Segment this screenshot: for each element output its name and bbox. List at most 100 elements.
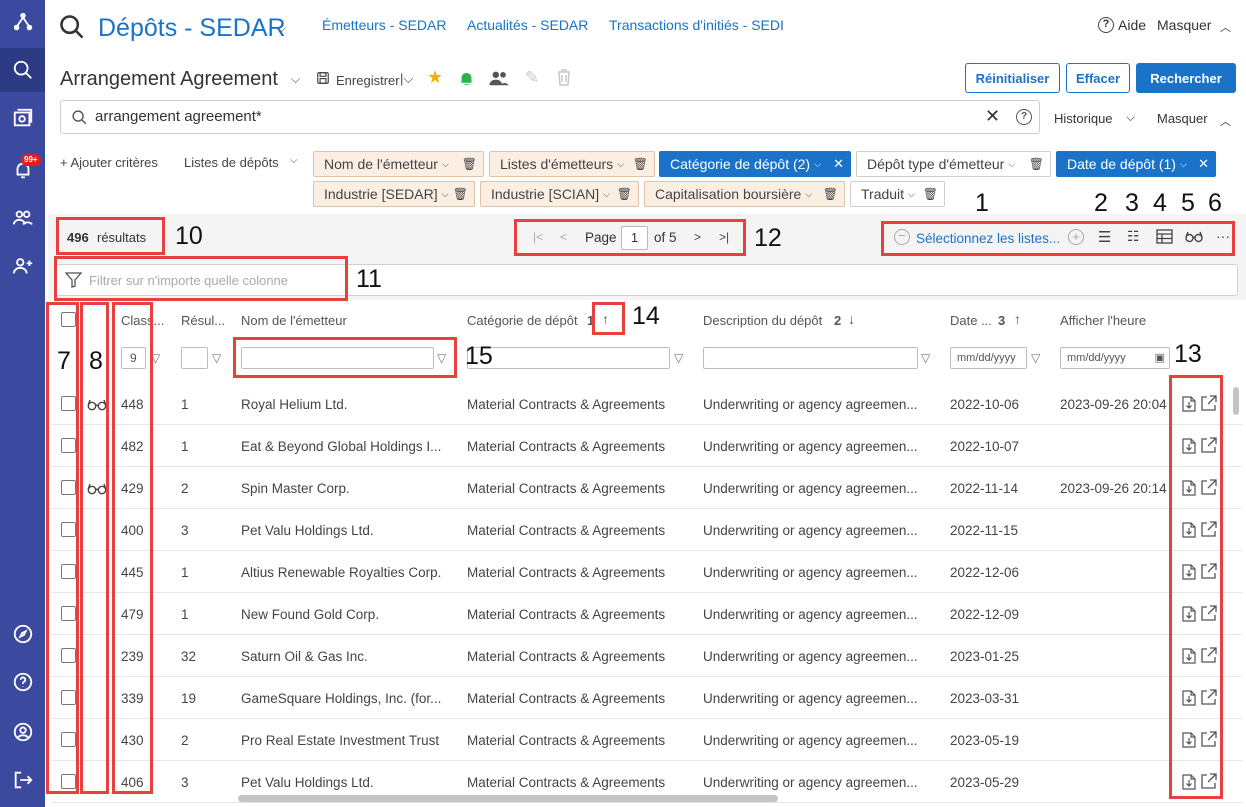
- header-description[interactable]: Description du dépôt: [703, 313, 822, 328]
- cell-issuer[interactable]: Pro Real Estate Investment Trust: [241, 733, 456, 748]
- search-input[interactable]: arrangement agreement*: [95, 108, 262, 125]
- filter-date-icon[interactable]: ▽: [1031, 351, 1040, 365]
- chip-translated[interactable]: Traduit ⌵ 🗑: [850, 181, 945, 207]
- reset-button[interactable]: Réinitialiser: [965, 63, 1060, 93]
- logout-icon[interactable]: [0, 758, 45, 802]
- table-row[interactable]: 339 19 GameSquare Holdings, Inc. (for... Ma…: [52, 677, 1242, 719]
- header-category[interactable]: Catégorie de dépôt: [467, 313, 578, 328]
- query-help-icon[interactable]: ?: [1016, 109, 1032, 125]
- help-link[interactable]: Aide: [1118, 17, 1146, 33]
- nav-link-emetteurs[interactable]: Émetteurs - SEDAR: [322, 17, 446, 33]
- filter-time-input[interactable]: mm/dd/yyyy ▣: [1060, 347, 1170, 369]
- chip-trash-icon[interactable]: 🗑: [462, 157, 477, 171]
- app-logo-icon[interactable]: [0, 0, 45, 44]
- horizontal-scrollbar[interactable]: [238, 795, 778, 802]
- clear-query-icon[interactable]: ✕: [985, 106, 1000, 127]
- save-button[interactable]: Enregistrer: [336, 73, 400, 88]
- chip-filing-date[interactable]: Date de dépôt (1) ⌵ ✕: [1056, 151, 1216, 177]
- clear-button[interactable]: Effacer: [1066, 63, 1130, 93]
- sort-asc-date-icon[interactable]: ↑: [1014, 311, 1021, 327]
- nav-link-transactions[interactable]: Transactions d'initiés - SEDI: [609, 17, 784, 33]
- chip-close-icon[interactable]: ✕: [1198, 156, 1209, 172]
- search-box[interactable]: arrangement agreement* ✕ ?: [60, 100, 1040, 134]
- chip-trash-icon[interactable]: 🗑: [617, 187, 632, 201]
- cell-category: Material Contracts & Agreements: [467, 565, 666, 580]
- calendar-icon[interactable]: ▣: [1155, 351, 1165, 364]
- table-row[interactable]: 430 2 Pro Real Estate Investment Trust Mate…: [52, 719, 1242, 761]
- chip-industry-sedar[interactable]: Industrie [SEDAR] ⌵ 🗑: [313, 181, 475, 207]
- bell-icon[interactable]: 99+: [0, 148, 45, 192]
- table-row[interactable]: 239 32 Saturn Oil & Gas Inc. Material Contr…: [52, 635, 1242, 677]
- add-user-icon[interactable]: [0, 244, 45, 288]
- alert-bell-icon[interactable]: [458, 70, 475, 90]
- document-search-icon[interactable]: [0, 96, 45, 140]
- table-row[interactable]: 400 3 Pet Valu Holdings Ltd. Material Contr…: [52, 509, 1242, 551]
- chip-close-icon[interactable]: ✕: [833, 156, 844, 172]
- filter-category-input[interactable]: [467, 347, 670, 369]
- chip-issuer-type[interactable]: Dépôt type d'émetteur ⌵ 🗑: [856, 151, 1051, 177]
- app-title[interactable]: Dépôts - SEDAR: [98, 14, 286, 43]
- cell-issuer[interactable]: Spin Master Corp.: [241, 481, 456, 496]
- search-hide-link[interactable]: Masquer: [1157, 111, 1208, 126]
- header-time[interactable]: Afficher l'heure: [1060, 313, 1146, 328]
- table-row[interactable]: 445 1 Altius Renewable Royalties Corp. Mate…: [52, 551, 1242, 593]
- chip-label: Industrie [SEDAR]: [324, 186, 438, 202]
- chip-issuer-lists[interactable]: Listes d'émetteurs ⌵ 🗑: [489, 151, 655, 177]
- chip-filing-category[interactable]: Catégorie de dépôt (2) ⌵ ✕: [659, 151, 851, 177]
- history-chevron-icon[interactable]: ⌵: [1126, 110, 1135, 125]
- cell-issuer[interactable]: GameSquare Holdings, Inc. (for...: [241, 691, 456, 706]
- chip-trash-icon[interactable]: 🗑: [1029, 157, 1044, 171]
- title-chevron-down-icon[interactable]: ⌵: [277, 21, 286, 36]
- search-button[interactable]: Rechercher: [1136, 63, 1236, 93]
- header-issuer[interactable]: Nom de l'émetteur: [241, 313, 347, 328]
- chip-market-cap[interactable]: Capitalisation boursière ⌵ 🗑: [644, 181, 845, 207]
- chip-trash-icon[interactable]: 🗑: [453, 187, 468, 201]
- cell-issuer[interactable]: Saturn Oil & Gas Inc.: [241, 649, 456, 664]
- help-circle-icon[interactable]: ?: [1098, 17, 1114, 33]
- compass-icon[interactable]: [0, 612, 45, 656]
- filing-lists-dropdown[interactable]: Listes de dépôts: [184, 155, 279, 170]
- table-row[interactable]: 429 2 Spin Master Corp. Material Contracts …: [52, 467, 1242, 509]
- filter-category-icon[interactable]: ▽: [674, 351, 683, 365]
- nav-link-actualites[interactable]: Actualités - SEDAR: [467, 17, 588, 33]
- chip-trash-icon[interactable]: 🗑: [923, 187, 938, 201]
- search-icon[interactable]: [0, 48, 45, 92]
- table-row[interactable]: 482 1 Eat & Beyond Global Holdings I... Mat…: [52, 425, 1242, 467]
- filter-date-input[interactable]: mm/dd/yyyy: [950, 347, 1027, 369]
- cell-issuer[interactable]: Pet Valu Holdings Ltd.: [241, 775, 456, 790]
- share-users-icon[interactable]: [489, 70, 509, 89]
- save-icon[interactable]: [316, 71, 330, 88]
- table-row[interactable]: 479 1 New Found Gold Corp. Material Contrac…: [52, 593, 1242, 635]
- chevron-up-icon[interactable]: ︿: [1220, 19, 1231, 35]
- star-icon[interactable]: ★: [427, 67, 443, 88]
- table-row[interactable]: 448 1 Royal Helium Ltd. Material Contracts …: [52, 383, 1242, 425]
- top-hide-link[interactable]: Masquer: [1157, 17, 1211, 33]
- filter-description-input[interactable]: [703, 347, 918, 369]
- chip-trash-icon[interactable]: 🗑: [823, 187, 838, 201]
- cell-issuer[interactable]: Royal Helium Ltd.: [241, 397, 456, 412]
- vertical-scrollbar[interactable]: [1233, 387, 1239, 415]
- users-icon[interactable]: [0, 196, 45, 240]
- save-options-chevron-icon[interactable]: |⌵: [400, 71, 413, 87]
- saved-search-chevron-icon[interactable]: ⌵: [291, 72, 300, 87]
- history-link[interactable]: Historique: [1054, 111, 1113, 126]
- add-criteria-button[interactable]: + Ajouter critères: [60, 155, 158, 170]
- filter-results-icon[interactable]: ▽: [212, 351, 221, 365]
- sort-desc-icon[interactable]: ↓: [848, 311, 855, 327]
- chip-trash-icon[interactable]: 🗑: [633, 157, 648, 171]
- account-icon[interactable]: [0, 710, 45, 754]
- search-hide-chevron-icon[interactable]: ︿: [1220, 113, 1231, 129]
- header-date[interactable]: Date ...: [950, 313, 992, 328]
- cell-issuer[interactable]: Eat & Beyond Global Holdings I...: [241, 439, 456, 454]
- chip-issuer-name[interactable]: Nom de l'émetteur ⌵ 🗑: [313, 151, 484, 177]
- header-results[interactable]: Résul...: [181, 313, 225, 328]
- cell-issuer[interactable]: Altius Renewable Royalties Corp.: [241, 565, 456, 580]
- filter-description-icon[interactable]: ▽: [921, 351, 930, 365]
- chip-industry-scian[interactable]: Industrie [SCIAN] ⌵ 🗑: [480, 181, 639, 207]
- cell-issuer[interactable]: New Found Gold Corp.: [241, 607, 456, 622]
- cell-issuer[interactable]: Pet Valu Holdings Ltd.: [241, 523, 456, 538]
- saved-search-name[interactable]: Arrangement Agreement: [60, 68, 278, 91]
- filing-lists-chevron-icon[interactable]: ⌵: [290, 155, 298, 166]
- filter-results-input[interactable]: [181, 347, 208, 369]
- help-icon[interactable]: [0, 660, 45, 704]
